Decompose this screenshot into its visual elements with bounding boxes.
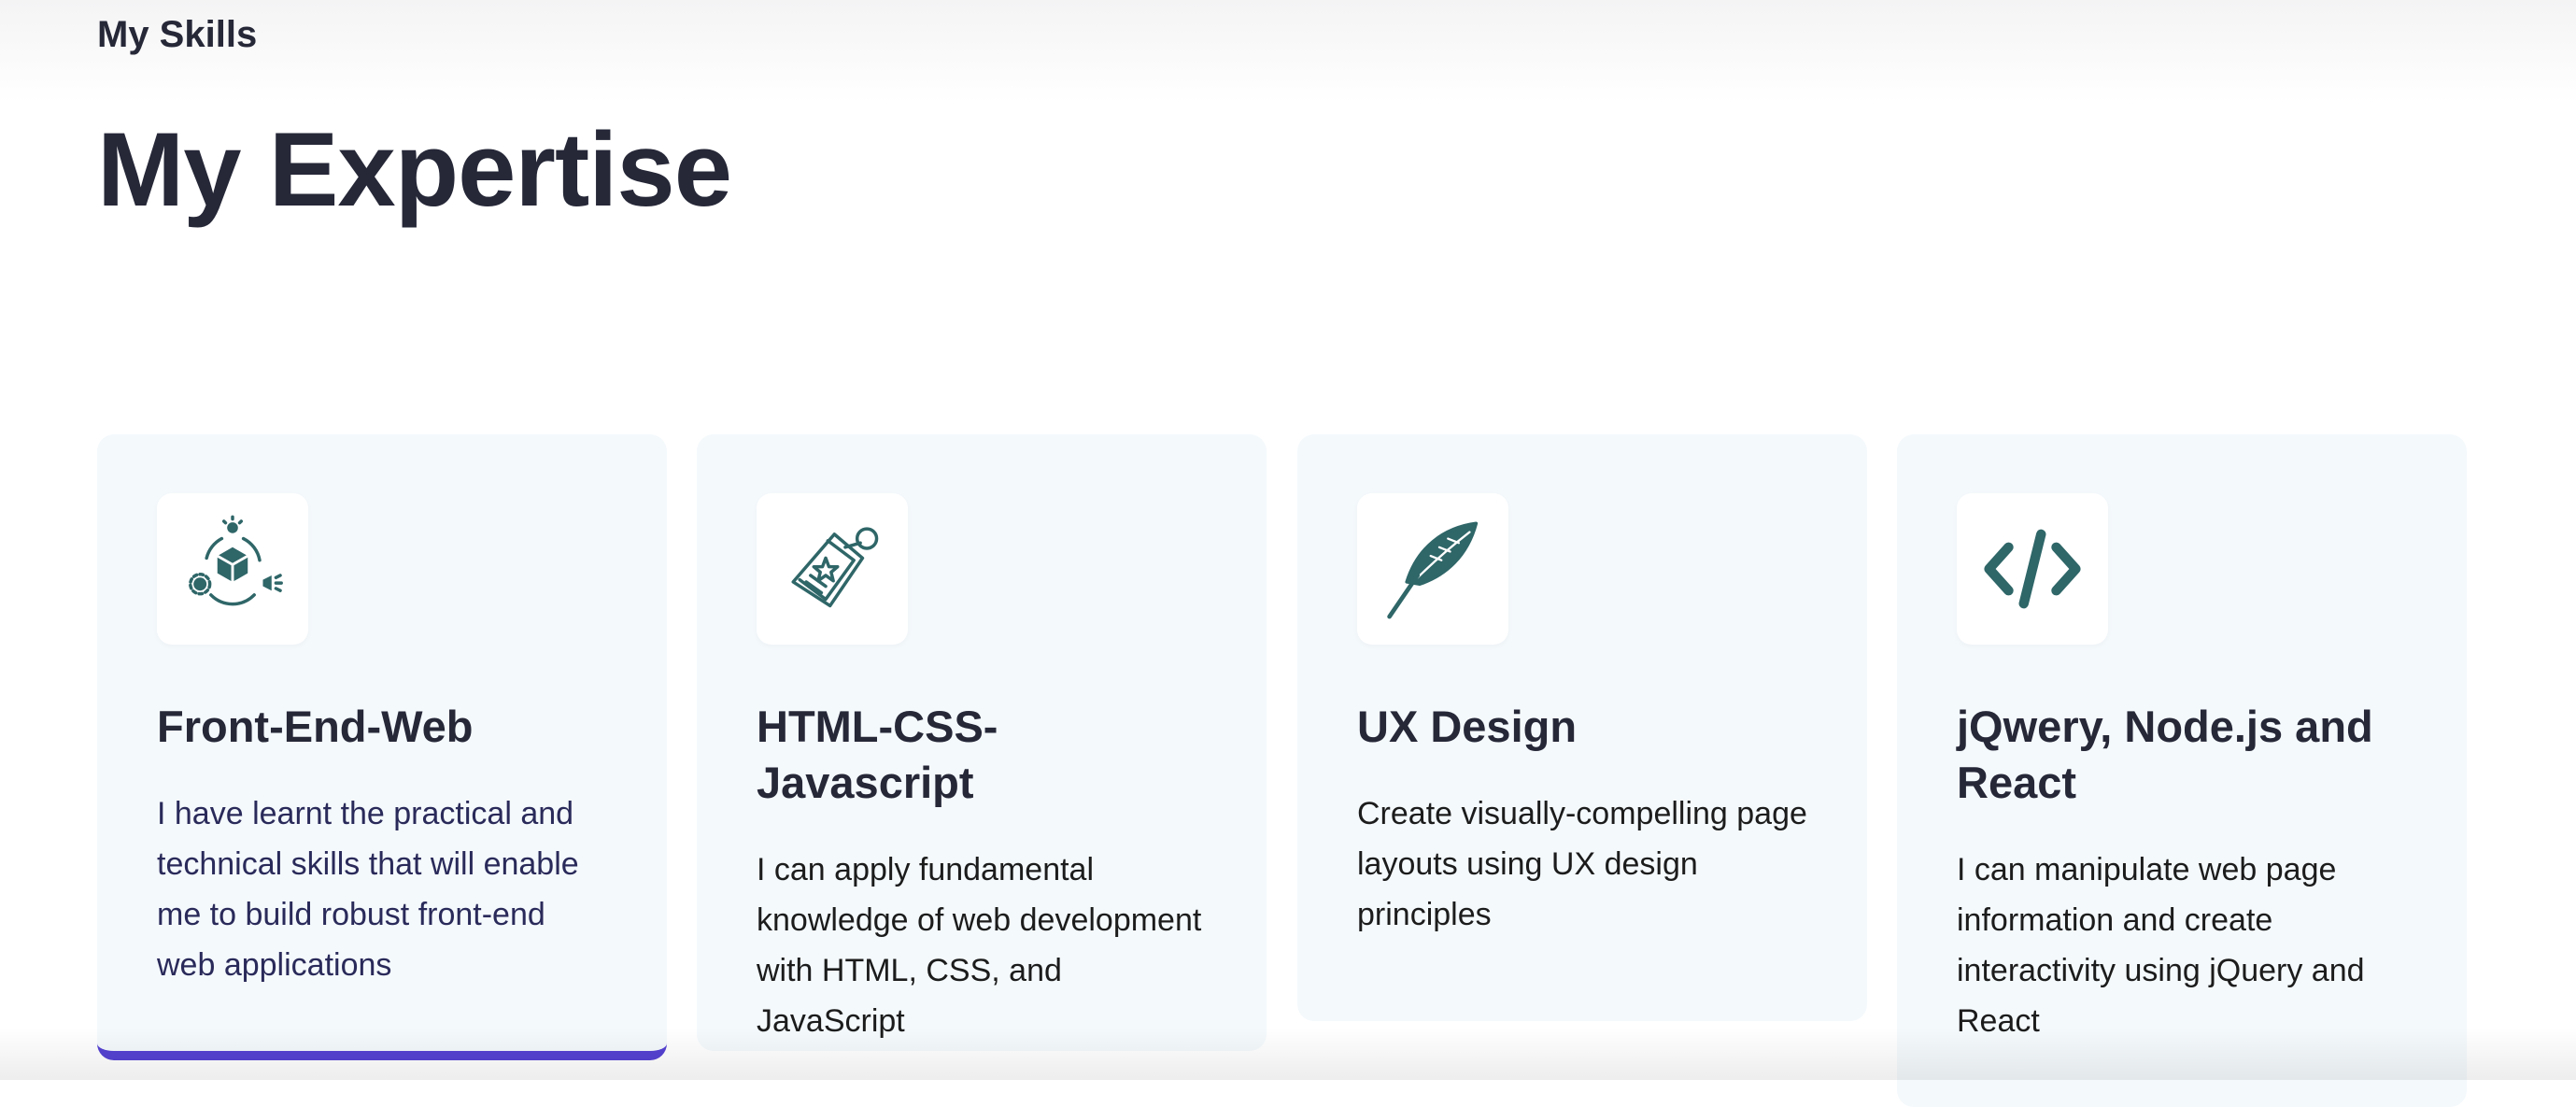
card-title: Front-End-Web bbox=[157, 702, 474, 751]
price-tag-icon bbox=[757, 493, 908, 645]
card-title: HTML-CSS-Javascript bbox=[757, 702, 998, 807]
section-label: My Skills bbox=[97, 14, 258, 55]
skill-card-jquery-node-react[interactable]: jQwery, Node.js and React I can manipula… bbox=[1897, 434, 2467, 1107]
product-development-icon bbox=[157, 493, 308, 645]
card-title: UX Design bbox=[1357, 702, 1578, 751]
page-title: My Expertise bbox=[97, 111, 732, 228]
card-title: jQwery, Node.js and React bbox=[1957, 702, 2373, 807]
skill-card-front-end-web[interactable]: Front-End-Web I have learnt the practica… bbox=[97, 434, 667, 1060]
code-icon bbox=[1957, 493, 2108, 645]
card-description: I have learnt the practical and technica… bbox=[157, 796, 579, 983]
header-background bbox=[0, 0, 2576, 103]
feather-icon bbox=[1357, 493, 1508, 645]
card-description: I can apply fundamental knowledge of web… bbox=[757, 852, 1202, 1039]
card-description: I can manipulate web page information an… bbox=[1957, 852, 2365, 1039]
skill-card-html-css-javascript[interactable]: HTML-CSS-Javascript I can apply fundamen… bbox=[697, 434, 1267, 1051]
card-description: Create visually-compelling page layouts … bbox=[1357, 796, 1807, 932]
skill-card-ux-design[interactable]: UX Design Create visually-compelling pag… bbox=[1297, 434, 1867, 1021]
